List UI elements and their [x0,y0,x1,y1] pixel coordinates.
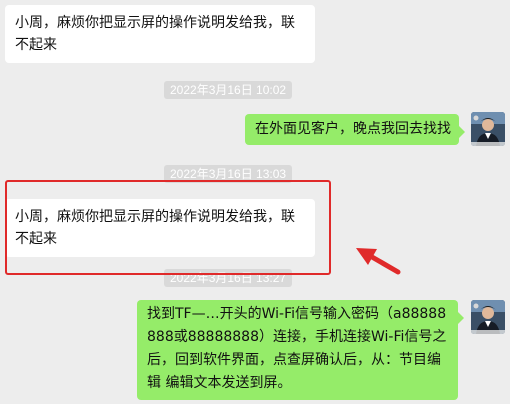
annotation-arrow-icon [356,248,401,275]
chat-view: 小周，麻烦你把显示屏的操作说明发给我，联不起来 2022年3月16日 10:02… [0,0,510,404]
message-text: 找到TF—…开头的Wi-Fi信号输入密码（a88888888或88888888）… [147,306,447,391]
message-incoming[interactable]: 小周，麻烦你把显示屏的操作说明发给我，联不起来 [5,199,315,257]
message-text: 在外面见客户，晚点我回去找找 [255,121,451,137]
avatar-image [471,300,505,334]
avatar[interactable] [471,112,505,146]
message-text: 小周，麻烦你把显示屏的操作说明发给我，联不起来 [15,209,295,247]
message-outgoing[interactable]: 找到TF—…开头的Wi-Fi信号输入密码（a88888888或88888888）… [137,300,464,400]
message-text: 小周，麻烦你把显示屏的操作说明发给我，联不起来 [15,15,295,53]
timestamp: 2022年3月16日 10:02 [164,81,293,99]
message-incoming[interactable]: 小周，麻烦你把显示屏的操作说明发给我，联不起来 [5,5,315,63]
timestamp: 2022年3月16日 13:27 [164,269,293,287]
message-outgoing[interactable]: 在外面见客户，晚点我回去找找 [245,114,465,145]
avatar[interactable] [471,300,505,334]
avatar-image [471,112,505,146]
timestamp: 2022年3月16日 13:03 [164,165,293,183]
